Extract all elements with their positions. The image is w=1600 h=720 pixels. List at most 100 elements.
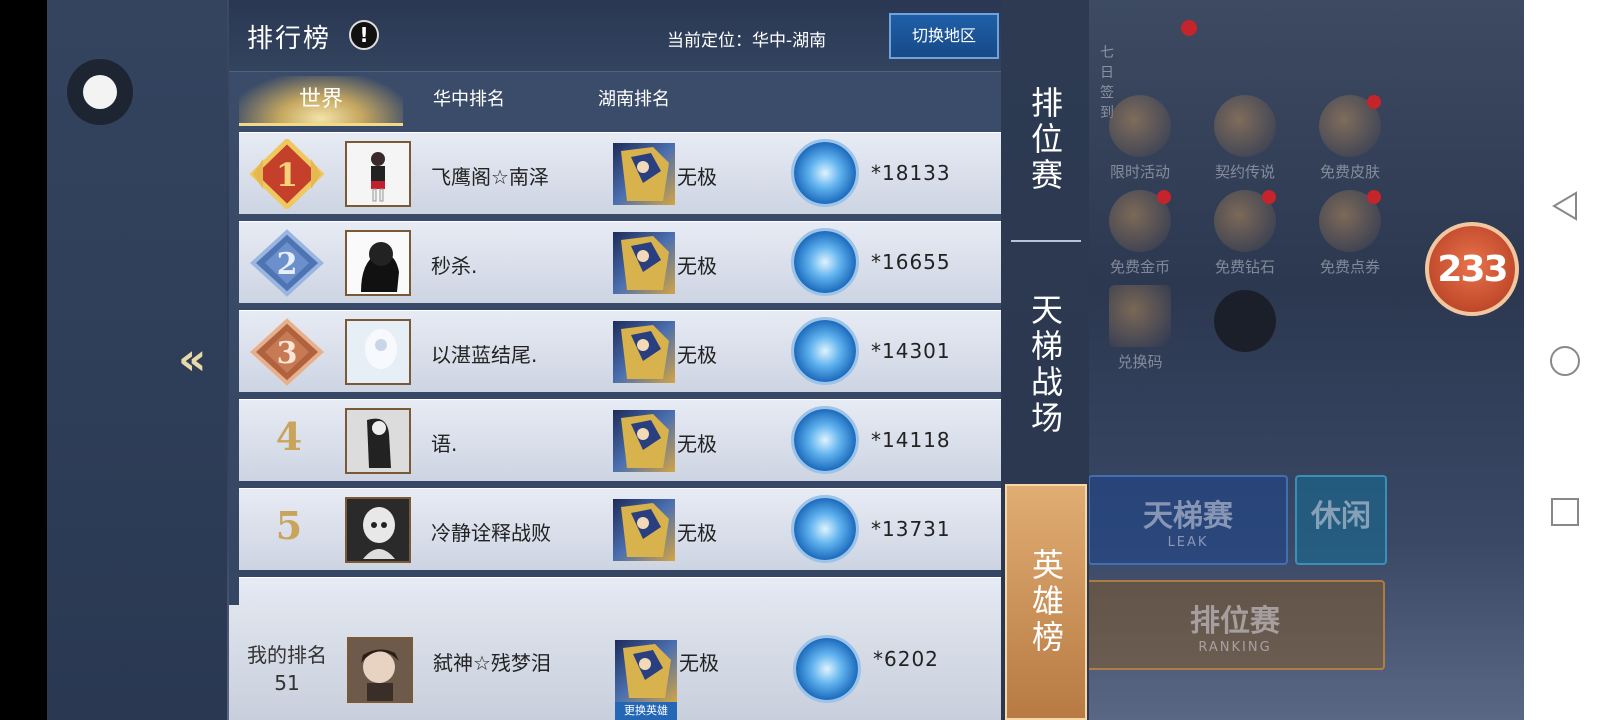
avatar-image (347, 499, 409, 561)
hero-portrait (613, 321, 675, 383)
sound-toggle[interactable] (1210, 290, 1280, 380)
rank-score-icon (793, 635, 861, 703)
change-hero-button[interactable]: 更换英雄 (615, 702, 677, 720)
player-name: 秒杀. (431, 254, 478, 278)
tab-divider (1011, 240, 1081, 242)
hero-portrait (613, 410, 675, 472)
hero-portrait (613, 143, 675, 205)
redeem-code-menu[interactable]: 兑换码 (1105, 285, 1175, 375)
my-rank-label: 我的排名 51 (241, 641, 333, 697)
free-skin-menu[interactable]: 免费皮肤 (1315, 95, 1385, 185)
tab-region[interactable]: 华中排名 (409, 76, 529, 126)
switch-region-button[interactable]: 切换地区 (889, 13, 999, 59)
hero-name: 无极 (677, 343, 717, 367)
rank-score-icon (791, 317, 859, 385)
my-avatar[interactable] (347, 637, 413, 703)
mode-ranked-subtitle: RANKING (1198, 640, 1272, 655)
contract-legend-menu[interactable]: 契约传说 (1210, 95, 1280, 185)
tag-icon (1109, 285, 1171, 347)
ranking-row[interactable]: 4 语. 无极 *14118 (239, 399, 1001, 481)
ranking-row[interactable]: 2 秒杀. 无极 *16655 (239, 221, 1001, 303)
notification-dot (1367, 190, 1381, 204)
my-player-name: 弑神☆残梦泪 (433, 651, 551, 675)
contract-legend-label: 契约传说 (1214, 163, 1275, 181)
hero-portrait (613, 232, 675, 294)
player-name: 以湛蓝结尾. (431, 343, 538, 367)
notification-count-badge[interactable]: 233 (1425, 222, 1519, 316)
blue-medal-icon: 2 (250, 229, 324, 297)
svg-text:2: 2 (277, 247, 298, 282)
limited-event-menu[interactable]: 限时活动 (1105, 95, 1175, 185)
free-diamond-menu[interactable]: 免费钻石 (1210, 190, 1280, 280)
mode-leisure-card[interactable]: 休闲 (1295, 475, 1387, 565)
player-name: 语. (431, 432, 458, 456)
my-rank-number: 51 (274, 671, 300, 695)
speaker-icon (1214, 290, 1276, 352)
free-gold-label: 免费金币 (1109, 258, 1170, 276)
rank-score-icon (791, 406, 859, 474)
redeem-code-label: 兑换码 (1117, 353, 1163, 371)
recents-square-icon[interactable] (1548, 495, 1582, 529)
collapse-chevron-icon[interactable]: « (178, 335, 218, 385)
rank-number: 4 (275, 414, 303, 459)
mode-ladder-card[interactable]: 天梯赛 LEAK (1088, 475, 1288, 565)
leaderboard-category-tabs: 排位赛 天梯战场 英雄榜 (1001, 0, 1089, 720)
rank-number: 5 (275, 503, 303, 548)
tab-ladder[interactable]: 天梯战场 (1001, 270, 1089, 460)
ranking-row[interactable]: 5 冷静诠释战败 无极 *13731 (239, 488, 1001, 570)
free-gold-menu[interactable]: 免费金币 (1105, 190, 1175, 280)
floating-record-button[interactable] (67, 59, 133, 125)
tab-province[interactable]: 湖南排名 (574, 76, 694, 126)
home-circle-icon[interactable] (1548, 344, 1582, 378)
hero-name: 无极 (677, 521, 717, 545)
my-hero-name: 无极 (679, 651, 719, 675)
tab-ranked[interactable]: 排位赛 (1001, 40, 1089, 240)
tab-world[interactable]: 世界 (239, 76, 403, 126)
free-skin-label: 免费皮肤 (1319, 163, 1380, 181)
player-name: 飞鹰阁☆南泽 (431, 165, 549, 189)
info-icon[interactable]: ! (349, 20, 379, 50)
ranking-row[interactable]: 1 飞鹰阁☆南泽 无极 *18133 (239, 132, 1001, 214)
screen-edge (0, 0, 47, 720)
ranking-row[interactable]: 3 以湛蓝结尾. 无极 *14301 (239, 310, 1001, 392)
avatar[interactable] (345, 230, 411, 296)
panel-header: 排行榜 ! 当前定位：华中-湖南 切换地区 (229, 0, 1001, 72)
notification-dot (1181, 20, 1197, 36)
score-value: *16655 (871, 250, 951, 274)
limited-event-icon (1109, 95, 1171, 157)
hero-portrait (613, 499, 675, 561)
my-hero-portrait[interactable] (615, 640, 677, 702)
avatar-image (347, 321, 409, 383)
my-rank-title: 我的排名 (247, 643, 327, 667)
free-points-label: 免费点券 (1319, 258, 1380, 276)
mode-ranked-title: 排位赛 (1190, 604, 1280, 639)
rank-score-icon (791, 228, 859, 296)
avatar[interactable] (345, 319, 411, 385)
back-triangle-icon[interactable] (1548, 189, 1582, 223)
gold-medal-icon: 1 (249, 139, 325, 209)
bronze-medal-icon: 3 (250, 318, 324, 386)
score-value: *14118 (871, 428, 951, 452)
score-value: *13731 (871, 517, 951, 541)
avatar[interactable] (345, 497, 411, 563)
free-diamond-label: 免费钻石 (1214, 258, 1275, 276)
free-points-menu[interactable]: 免费点券 (1315, 190, 1385, 280)
avatar[interactable] (345, 141, 411, 207)
tab-hero-ranking[interactable]: 英雄榜 (1005, 484, 1087, 720)
avatar-image (347, 232, 409, 294)
contract-legend-icon (1214, 95, 1276, 157)
score-value: *18133 (871, 161, 951, 185)
limited-event-label: 限时活动 (1109, 163, 1170, 181)
ranking-scope-tabs: 世界 华中排名 湖南排名 (229, 76, 1001, 126)
current-location: 当前定位：华中-湖南 (667, 31, 827, 51)
my-score-value: *6202 (873, 647, 939, 671)
hero-name: 无极 (677, 254, 717, 278)
notification-dot (1157, 190, 1171, 204)
my-rank-bar[interactable]: 我的排名 51 弑神☆残梦泪 更换英雄 无极 *6202 (229, 605, 1001, 720)
hero-name: 无极 (677, 432, 717, 456)
mode-ranked-card[interactable]: 排位赛 RANKING (1085, 580, 1385, 670)
svg-text:1: 1 (276, 156, 298, 194)
mode-ladder-subtitle: LEAK (1167, 535, 1209, 550)
record-dot-icon (83, 75, 117, 109)
avatar[interactable] (345, 408, 411, 474)
